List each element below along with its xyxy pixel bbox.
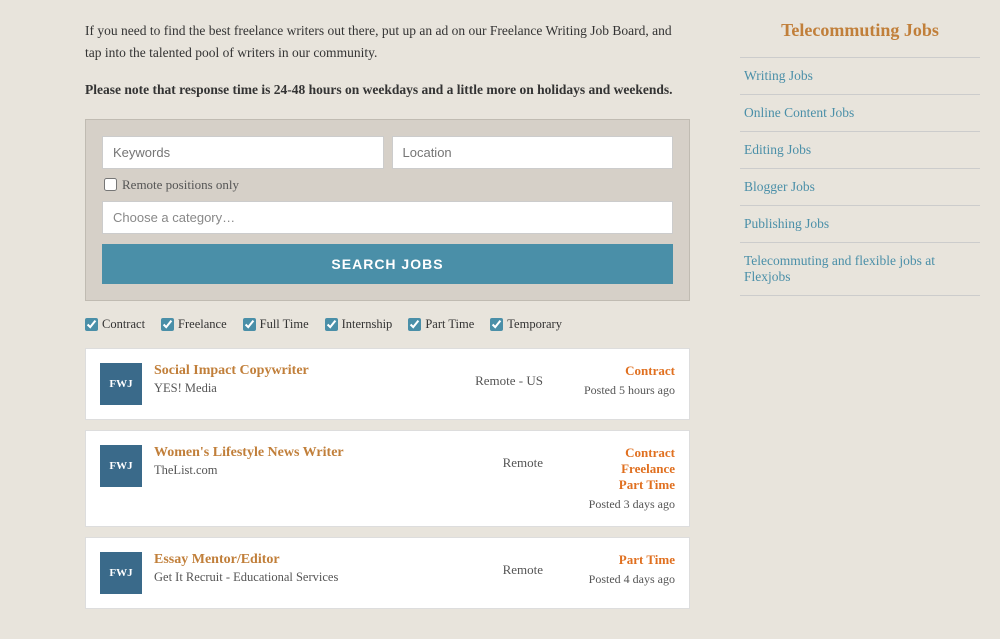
job-type-badge: Part Time	[555, 552, 675, 568]
job-type-badge: Contract	[555, 445, 675, 461]
job-title-link[interactable]: Essay Mentor/Editor	[154, 552, 491, 568]
sidebar-nav-link[interactable]: Online Content Jobs	[740, 95, 980, 132]
search-jobs-button[interactable]: SEARCH JOBS	[102, 244, 673, 284]
intro-paragraph-1: If you need to find the best freelance w…	[85, 20, 690, 63]
filter-contract[interactable]: Contract	[85, 317, 145, 332]
job-location: Remote	[503, 445, 543, 471]
job-card: FWJ Women's Lifestyle News Writer TheList.…	[85, 430, 690, 527]
job-posted: Posted 5 hours ago	[555, 383, 675, 398]
category-select[interactable]: Choose a category…	[102, 201, 673, 234]
job-type-badge: Contract	[555, 363, 675, 379]
search-row-inputs	[102, 136, 673, 169]
remote-only-label: Remote positions only	[122, 177, 239, 193]
job-logo: FWJ	[100, 363, 142, 405]
sidebar-nav-link[interactable]: Publishing Jobs	[740, 206, 980, 243]
sidebar-nav-link[interactable]: Editing Jobs	[740, 132, 980, 169]
job-logo: FWJ	[100, 445, 142, 487]
job-type-badge: Part Time	[555, 477, 675, 493]
job-info: Essay Mentor/Editor Get It Recruit - Educ…	[154, 552, 491, 585]
job-company: TheList.com	[154, 463, 491, 478]
job-list: FWJ Social Impact Copywriter YES! Media Rem…	[85, 348, 690, 609]
job-location: Remote - US	[475, 363, 543, 389]
sidebar-nav-link[interactable]: Blogger Jobs	[740, 169, 980, 206]
keywords-input[interactable]	[102, 136, 384, 169]
job-meta: Part Time Posted 4 days ago	[555, 552, 675, 587]
job-type-badge: Freelance	[555, 461, 675, 477]
sidebar-nav-link[interactable]: Telecommuting and flexible jobs at Flexj…	[740, 243, 980, 296]
location-input[interactable]	[392, 136, 674, 169]
job-title-link[interactable]: Women's Lifestyle News Writer	[154, 445, 491, 461]
main-content: If you need to find the best freelance w…	[0, 0, 720, 639]
remote-only-checkbox[interactable]	[104, 178, 117, 191]
job-info: Social Impact Copywriter YES! Media	[154, 363, 463, 396]
filter-temporary[interactable]: Temporary	[490, 317, 562, 332]
job-logo: FWJ	[100, 552, 142, 594]
filter-checkboxes: Contract Freelance Full Time Internship …	[85, 317, 690, 332]
filter-freelance[interactable]: Freelance	[161, 317, 227, 332]
sidebar: Telecommuting Jobs Writing JobsOnline Co…	[720, 0, 1000, 639]
job-card: FWJ Social Impact Copywriter YES! Media Rem…	[85, 348, 690, 420]
job-location: Remote	[503, 552, 543, 578]
search-box: Remote positions only Choose a category……	[85, 119, 690, 301]
filter-parttime[interactable]: Part Time	[408, 317, 474, 332]
remote-checkbox-row: Remote positions only	[102, 177, 673, 193]
filter-internship[interactable]: Internship	[325, 317, 393, 332]
intro-paragraph-2: Please note that response time is 24-48 …	[85, 79, 690, 101]
sidebar-title: Telecommuting Jobs	[740, 20, 980, 41]
job-company: YES! Media	[154, 381, 463, 396]
job-info: Women's Lifestyle News Writer TheList.com	[154, 445, 491, 478]
job-posted: Posted 4 days ago	[555, 572, 675, 587]
sidebar-nav: Writing JobsOnline Content JobsEditing J…	[740, 57, 980, 296]
job-title-link[interactable]: Social Impact Copywriter	[154, 363, 463, 379]
job-meta: ContractFreelancePart Time Posted 3 days …	[555, 445, 675, 512]
job-card: FWJ Essay Mentor/Editor Get It Recruit - E…	[85, 537, 690, 609]
job-company: Get It Recruit - Educational Services	[154, 570, 491, 585]
job-posted: Posted 3 days ago	[555, 497, 675, 512]
filter-fulltime[interactable]: Full Time	[243, 317, 309, 332]
sidebar-nav-link[interactable]: Writing Jobs	[740, 58, 980, 95]
job-meta: Contract Posted 5 hours ago	[555, 363, 675, 398]
